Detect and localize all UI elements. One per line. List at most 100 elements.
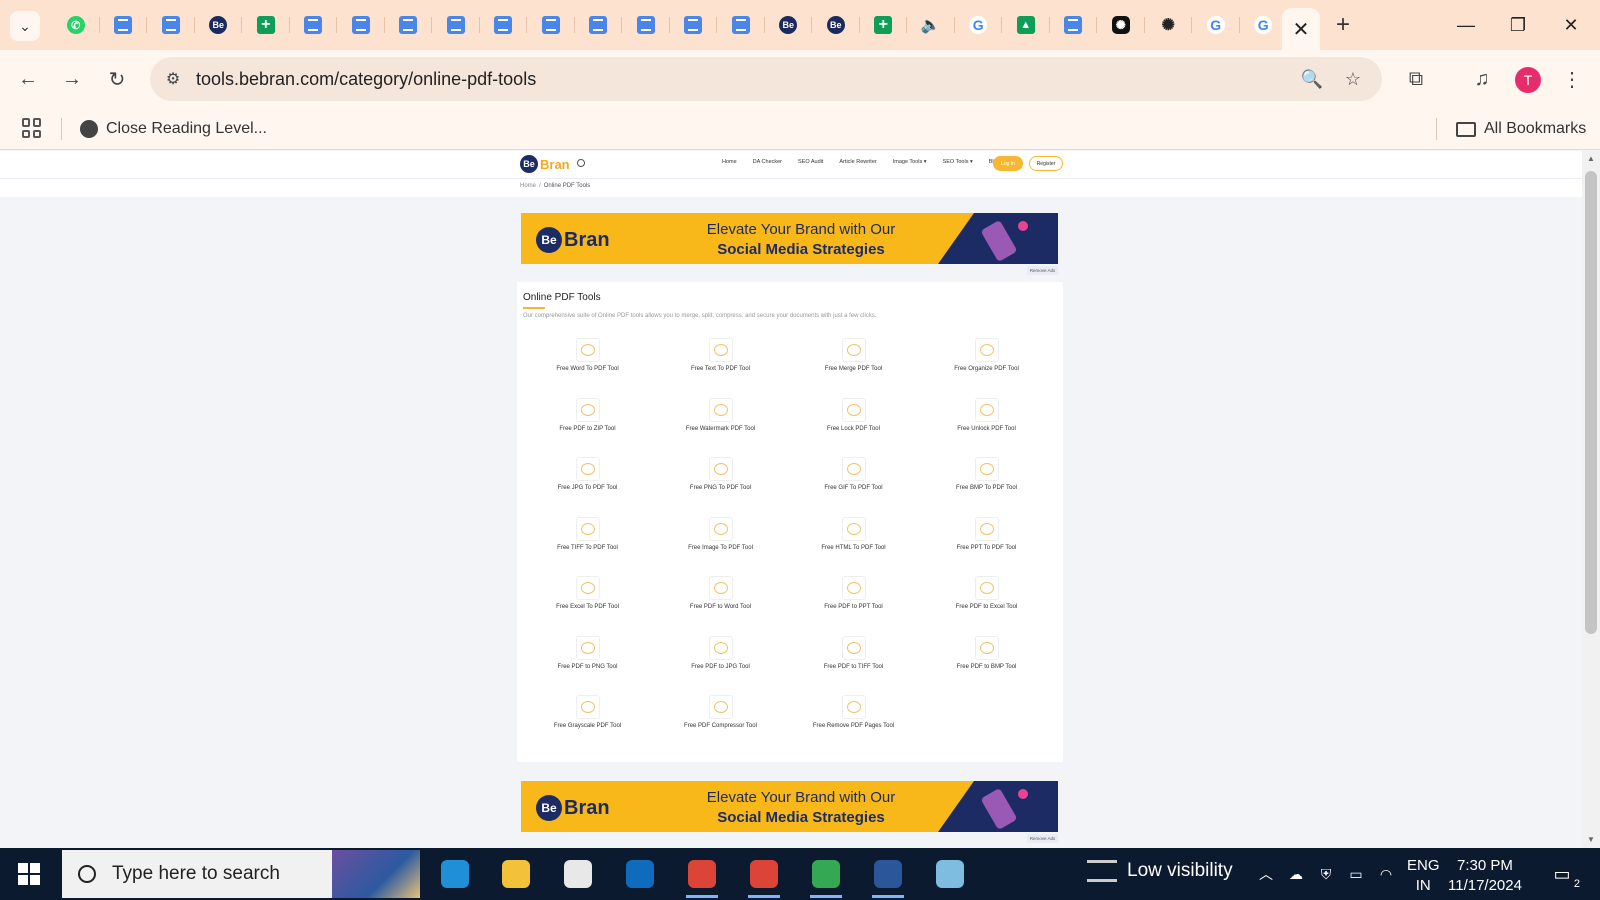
windows-start-icon[interactable] [18,863,40,885]
tool-item[interactable]: Free Image To PDF Tool [654,516,787,577]
clock[interactable]: 7:30 PM 11/17/2024 [1448,856,1522,896]
browser-tab[interactable] [100,0,147,50]
tool-item[interactable]: Free Remove PDF Pages Tool [787,695,920,755]
outlook-icon[interactable] [622,856,658,892]
tool-item[interactable]: Free PPT To PDF Tool [920,516,1053,577]
browser-tab[interactable]: 🔈 [907,0,955,50]
tool-item[interactable]: Free TIFF To PDF Tool [521,516,654,577]
ad-banner-bottom[interactable]: Be Bran Elevate Your Brand with Our Soci… [521,781,1058,832]
browser-tab[interactable] [527,0,575,50]
page-scrollbar[interactable]: ▲ ▼ [1582,151,1600,848]
security-icon[interactable]: ⛨ [1316,864,1336,884]
url-text[interactable]: tools.bebran.com/category/online-pdf-too… [196,69,536,90]
remove-ads-button[interactable]: Remove Ads [1027,834,1058,843]
active-tab-close-button[interactable]: ✕ [1282,8,1320,50]
notepad-icon[interactable] [932,856,968,892]
browser-tab[interactable]: G [1240,0,1287,50]
tool-item[interactable]: Free PDF to PNG Tool [521,635,654,696]
language-indicator[interactable]: ENG IN [1407,856,1440,896]
tool-item[interactable]: Free PDF to PPT Tool [787,576,920,636]
browser-tab[interactable]: Be [195,0,242,50]
back-button[interactable]: ← [14,65,42,93]
tool-item[interactable]: Free Merge PDF Tool [787,338,920,398]
tool-item[interactable]: Free PDF to JPG Tool [654,635,787,696]
nav-link[interactable]: DA Checker [753,159,782,165]
browser-tab[interactable] [670,0,717,50]
store-icon[interactable] [560,856,596,892]
register-button[interactable]: Register [1029,156,1063,171]
remove-ads-button[interactable]: Remove Ads [1027,266,1058,275]
browser-tab[interactable] [147,0,195,50]
browser-tab[interactable] [717,0,765,50]
taskbar-search[interactable]: Type here to search [62,850,420,898]
wifi-icon[interactable]: ◠ [1376,864,1396,884]
weather-widget[interactable]: Low visibility [1087,860,1233,882]
bookmark-close-reading-level[interactable]: Close Reading Level... [80,116,267,142]
onedrive-icon[interactable]: ☁ [1286,864,1306,884]
notification-icon[interactable]: ▭ 2 [1548,860,1580,891]
browser-tab[interactable]: ✆ [52,0,100,50]
menu-icon[interactable]: ⋮ [1558,65,1586,93]
restore-button[interactable]: ❐ [1505,12,1531,38]
browser-tab[interactable]: ✺ [1097,0,1145,50]
scroll-down-icon[interactable]: ▼ [1586,836,1596,844]
close-window-button[interactable]: ✕ [1558,12,1584,38]
login-button[interactable]: Log In [993,156,1023,171]
browser-tab[interactable]: ✺ [1145,0,1192,50]
word-icon[interactable] [870,856,906,898]
tool-item[interactable]: Free PDF to Word Tool [654,576,787,636]
browser-tab[interactable] [337,0,385,50]
tool-item[interactable]: Free Grayscale PDF Tool [521,695,654,755]
tool-item[interactable]: Free Unlock PDF Tool [920,397,1053,458]
chrome-icon[interactable] [684,856,720,898]
battery-icon[interactable]: ▭ [1346,864,1366,884]
tool-item[interactable]: Free PDF Compressor Tool [654,695,787,755]
site-info-icon[interactable]: ⚙ [162,68,184,90]
tool-item[interactable]: Free PDF to Excel Tool [920,576,1053,636]
browser-tab[interactable]: Be [765,0,812,50]
browser-tab[interactable]: + [860,0,907,50]
nav-link[interactable]: SEO Audit [798,159,823,165]
browser-tab[interactable]: Be [812,0,860,50]
tool-item[interactable]: Free Text To PDF Tool [654,338,787,398]
apps-grid-icon[interactable] [22,118,42,138]
browser-tab[interactable] [432,0,480,50]
browser-tab[interactable] [1050,0,1097,50]
nav-link[interactable]: Home [722,159,737,165]
chrome-icon[interactable] [808,856,844,898]
edge-icon[interactable] [437,856,473,892]
ad-banner-top[interactable]: Be Bran Elevate Your Brand with Our Soci… [521,213,1058,264]
chevron-up-icon[interactable]: ︿ [1256,864,1276,884]
forward-button[interactable]: → [58,65,86,93]
tab-search-button[interactable]: ⌄ [10,11,40,41]
browser-tab[interactable]: G [955,0,1002,50]
file-explorer-icon[interactable] [498,856,534,892]
tool-item[interactable]: Free PDF to TIFF Tool [787,635,920,696]
zoom-icon[interactable]: 🔍 [1300,67,1324,91]
tool-item[interactable]: Free JPG To PDF Tool [521,457,654,517]
tool-item[interactable]: Free Lock PDF Tool [787,397,920,458]
site-logo[interactable]: Be Bran [520,155,570,173]
tool-item[interactable]: Free BMP To PDF Tool [920,457,1053,517]
bookmark-star-icon[interactable]: ☆ [1341,67,1365,91]
browser-tab[interactable] [385,0,432,50]
tool-item[interactable]: Free Watermark PDF Tool [654,397,787,458]
browser-tab[interactable] [622,0,670,50]
minimize-button[interactable]: — [1453,12,1479,38]
all-bookmarks-button[interactable]: All Bookmarks [1456,116,1586,142]
scroll-up-icon[interactable]: ▲ [1586,155,1596,163]
breadcrumb-home[interactable]: Home [520,183,536,189]
chrome-icon[interactable] [746,856,782,898]
tool-item[interactable]: Free PDF to ZIP Tool [521,397,654,458]
nav-link[interactable]: Image Tools ▾ [893,159,927,165]
browser-tab[interactable] [290,0,337,50]
nav-link[interactable]: SEO Tools ▾ [943,159,973,165]
reload-button[interactable]: ↻ [103,65,131,93]
scrollbar-thumb[interactable] [1585,171,1597,634]
tool-item[interactable]: Free GIF To PDF Tool [787,457,920,517]
new-tab-button[interactable]: + [1330,11,1356,38]
profile-avatar[interactable]: T [1515,67,1541,93]
tool-item[interactable]: Free Excel To PDF Tool [521,576,654,636]
tool-item[interactable]: Free PDF to BMP Tool [920,635,1053,696]
browser-tab[interactable] [480,0,527,50]
